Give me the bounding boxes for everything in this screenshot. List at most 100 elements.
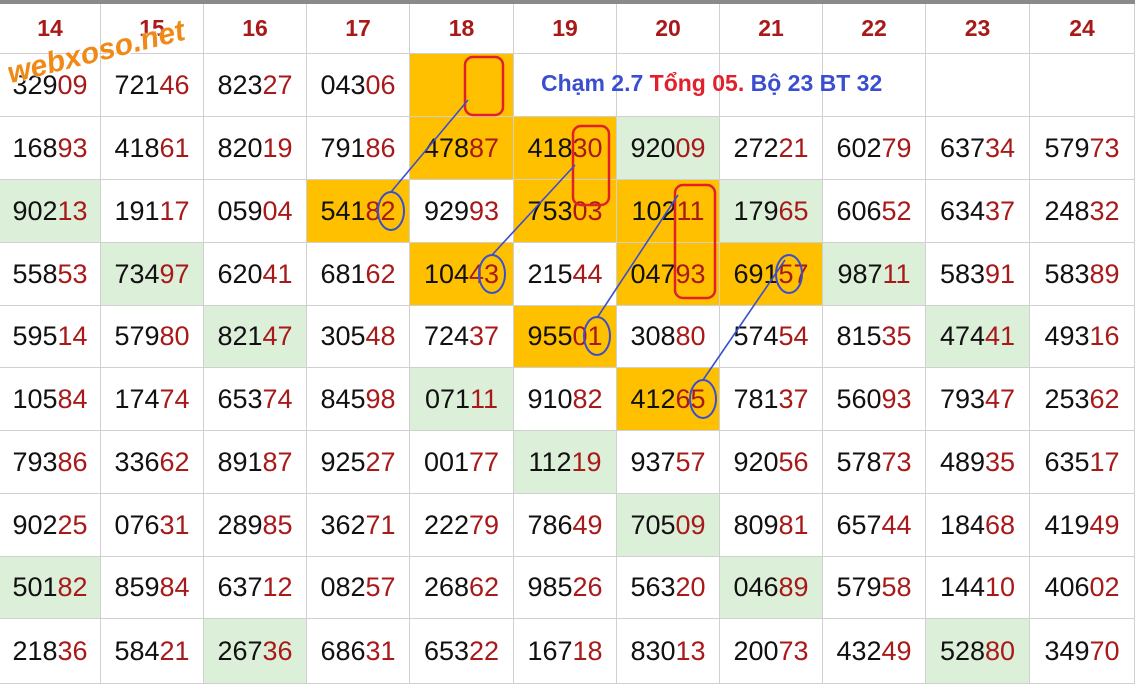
- result-cell: 937 57: [617, 431, 720, 494]
- cell-loto-digits: 31: [365, 635, 396, 666]
- cell-loto-digits: 19: [262, 132, 293, 163]
- cell-prefix-digits: 047: [630, 258, 676, 289]
- result-cell: 200 73: [720, 619, 823, 684]
- cell-prefix-digits: 691: [733, 258, 779, 289]
- cell-prefix-digits: 705: [630, 509, 676, 540]
- cell-loto-digits: 36: [262, 635, 293, 666]
- cell-loto-digits: 37: [469, 321, 500, 351]
- cell-prefix-digits: 724: [423, 321, 469, 351]
- cell-loto-digits: 34: [985, 132, 1016, 163]
- cell-prefix-digits: 418: [527, 132, 573, 163]
- result-cell: 920 09: [617, 117, 720, 180]
- cell-loto-digits: 01: [572, 321, 603, 351]
- result-cell: 595 14: [0, 306, 101, 368]
- cell-prefix-digits: 902: [12, 195, 58, 226]
- result-cell: 653 74: [204, 368, 307, 431]
- result-cell: 105 84: [0, 368, 101, 431]
- cell-prefix-digits: 478: [423, 132, 469, 163]
- cell-prefix-digits: 493: [1044, 321, 1090, 351]
- cell-loto-digits: 62: [1089, 383, 1120, 414]
- cell-prefix-digits: 823: [217, 69, 263, 100]
- result-cell: 076 31: [101, 494, 204, 557]
- cell-loto-digits: 21: [159, 635, 190, 666]
- cell-prefix-digits: 937: [630, 446, 676, 477]
- cell-prefix-digits: 902: [12, 509, 58, 540]
- cell-loto-digits: 84: [57, 383, 88, 414]
- cell-prefix-digits: 574: [733, 321, 779, 351]
- analysis-note: Chạm 2.7 Tổng 05. Bộ 23 BT 32: [541, 70, 882, 97]
- result-cell: [926, 54, 1030, 117]
- cell-prefix-digits: 578: [836, 446, 882, 477]
- cell-prefix-digits: 419: [1044, 509, 1090, 540]
- result-cell: 657 44: [823, 494, 926, 557]
- result-cell: 059 04: [204, 180, 307, 243]
- result-cell: 815 35: [823, 306, 926, 368]
- cell-prefix-digits: 043: [320, 69, 366, 100]
- cell-prefix-digits: 910: [527, 383, 573, 414]
- cell-prefix-digits: 791: [320, 132, 366, 163]
- column-header: 19: [514, 4, 617, 54]
- cell-loto-digits: 09: [675, 132, 706, 163]
- column-header: 22: [823, 4, 926, 54]
- result-cell: 418 61: [101, 117, 204, 180]
- cell-prefix-digits: 653: [423, 635, 469, 666]
- cell-prefix-digits: 501: [12, 572, 58, 602]
- cell-prefix-digits: 144: [939, 572, 985, 602]
- cell-loto-digits: 80: [159, 321, 190, 351]
- result-cell: 845 98: [307, 368, 410, 431]
- result-cell: 102 11: [617, 180, 720, 243]
- cell-loto-digits: 74: [262, 383, 293, 414]
- column-header: 24: [1030, 4, 1135, 54]
- cell-prefix-digits: 528: [939, 635, 985, 666]
- result-cell: 985 26: [514, 557, 617, 619]
- cell-prefix-digits: 167: [527, 635, 573, 666]
- cell-prefix-digits: 845: [320, 383, 366, 414]
- cell-loto-digits: 49: [1089, 509, 1120, 540]
- result-cell: 046 89: [720, 557, 823, 619]
- result-cell: 362 71: [307, 494, 410, 557]
- cell-prefix-digits: 432: [836, 635, 882, 666]
- cell-loto-digits: 82: [365, 195, 396, 226]
- cell-prefix-digits: 987: [837, 258, 883, 289]
- result-cell: 734 97: [101, 243, 204, 306]
- result-cell: 929 93: [410, 180, 514, 243]
- cell-prefix-digits: 734: [114, 258, 160, 289]
- cell-loto-digits: 37: [985, 195, 1016, 226]
- cell-prefix-digits: 253: [1044, 383, 1090, 414]
- column-header: 18: [410, 4, 514, 54]
- cell-loto-digits: 87: [262, 446, 293, 477]
- cell-prefix-digits: 657: [836, 509, 882, 540]
- result-cell: 419 49: [1030, 494, 1135, 557]
- result-cell: 528 80: [926, 619, 1030, 684]
- cell-loto-digits: 37: [778, 383, 809, 414]
- result-cell: 602 79: [823, 117, 926, 180]
- cell-prefix-digits: 920: [733, 446, 779, 477]
- cell-loto-digits: 77: [469, 446, 500, 477]
- result-cell: 406 02: [1030, 557, 1135, 619]
- lottery-grid: 14 15 16 17 18 19 20 21 22 23 24 329 09 721 46 823 27 043…: [0, 0, 1135, 684]
- result-cell: 637 34: [926, 117, 1030, 180]
- cell-prefix-digits: 793: [12, 446, 58, 477]
- column-header: 16: [204, 4, 307, 54]
- cell-prefix-digits: 082: [320, 572, 366, 602]
- result-cell: 579 73: [1030, 117, 1135, 180]
- cell-loto-digits: 49: [881, 635, 912, 666]
- result-cell: 786 49: [514, 494, 617, 557]
- result-cell: 305 48: [307, 306, 410, 368]
- result-cell: [410, 54, 514, 117]
- result-cell: 791 86: [307, 117, 410, 180]
- cell-prefix-digits: 001: [423, 446, 469, 477]
- cell-loto-digits: 73: [778, 635, 809, 666]
- result-cell: 910 82: [514, 368, 617, 431]
- result-cell: 578 73: [823, 431, 926, 494]
- result-cell: 272 21: [720, 117, 823, 180]
- cell-loto-digits: 16: [1089, 321, 1120, 351]
- cell-prefix-digits: 184: [939, 509, 985, 540]
- cell-loto-digits: 32: [1089, 195, 1120, 226]
- cell-loto-digits: 98: [365, 383, 396, 414]
- cell-loto-digits: 62: [365, 258, 396, 289]
- result-cell: 218 36: [0, 619, 101, 684]
- cell-prefix-digits: 920: [630, 132, 676, 163]
- cell-loto-digits: 21: [778, 132, 809, 163]
- cell-prefix-digits: 191: [114, 195, 160, 226]
